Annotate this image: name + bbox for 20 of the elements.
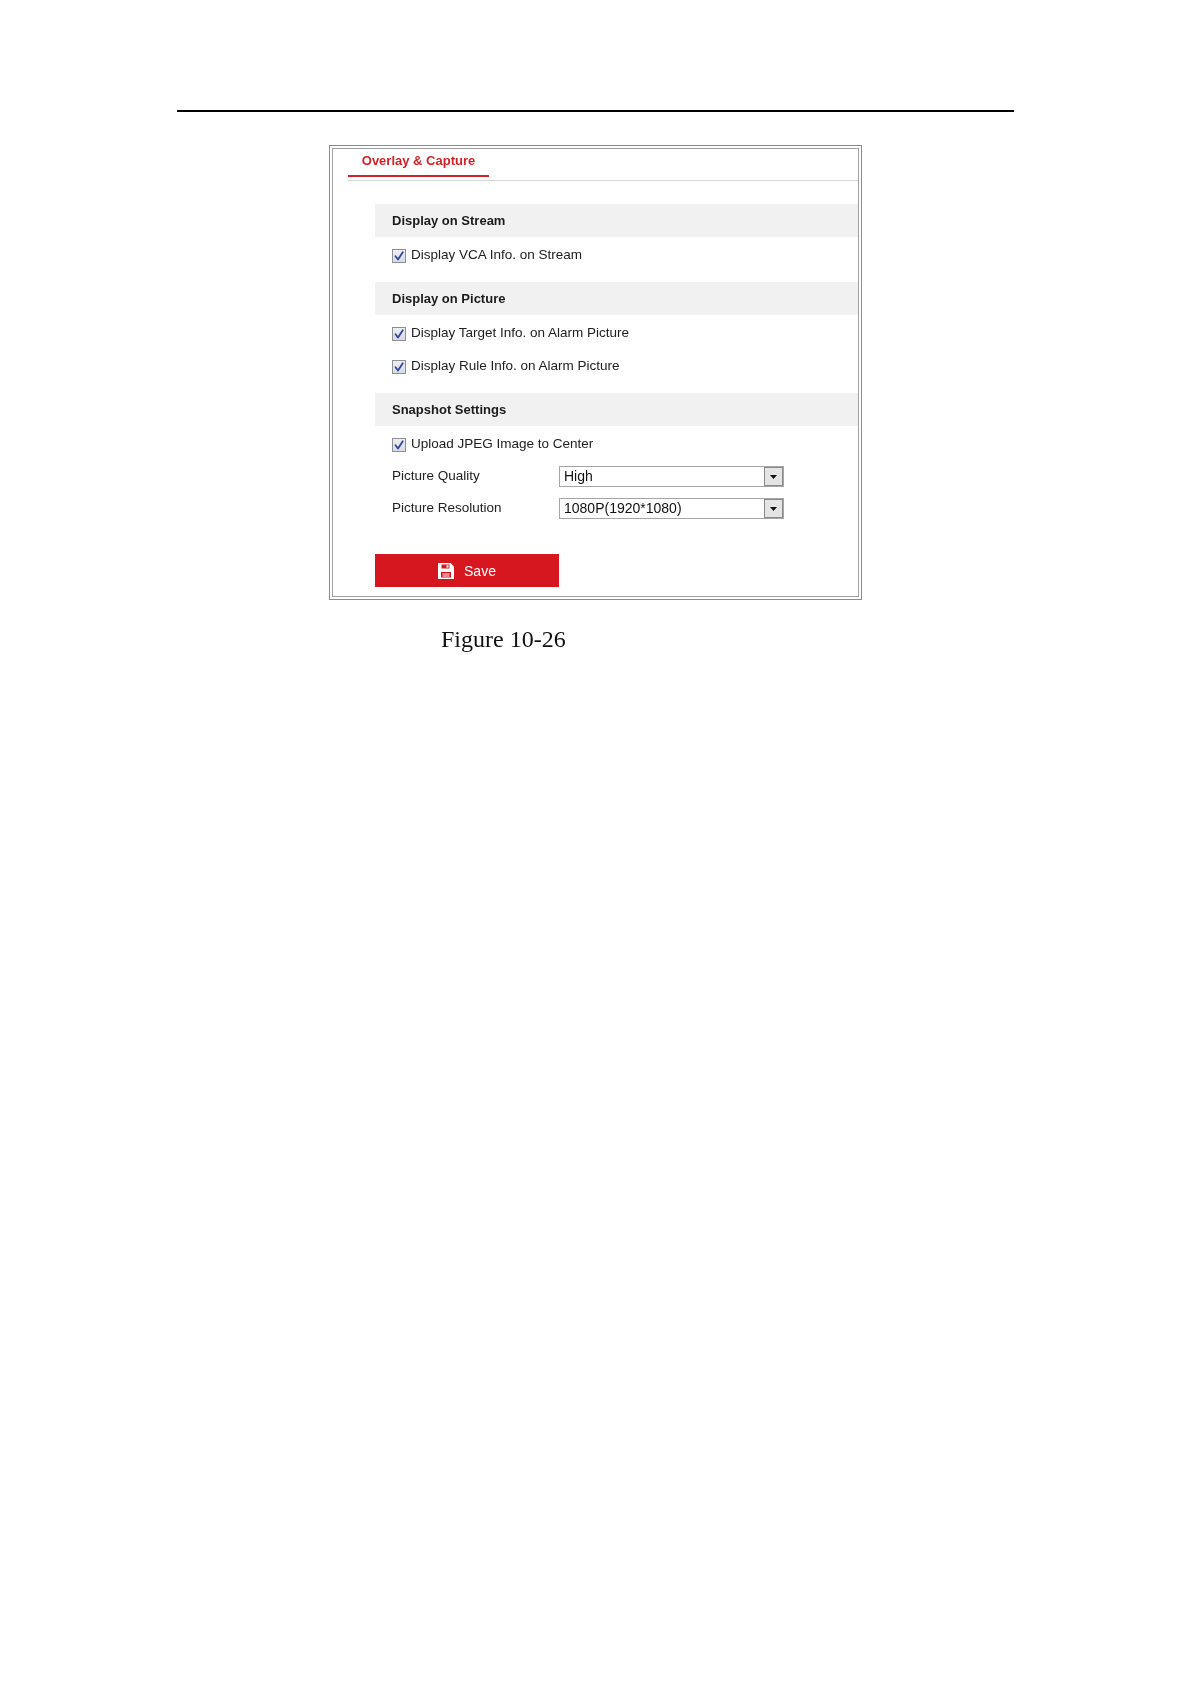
checkbox[interactable]: [392, 326, 406, 341]
checkbox-label: Display Target Info. on Alarm Picture: [411, 324, 630, 341]
section-header: Snapshot Settings: [375, 393, 858, 426]
save-button[interactable]: Save: [375, 554, 559, 587]
figure-caption: Figure 10-26: [441, 625, 566, 653]
dropdown[interactable]: High: [559, 465, 784, 487]
checkbox[interactable]: [392, 359, 406, 374]
section-header: Display on Stream: [375, 204, 858, 237]
field-label: Picture Quality: [392, 468, 481, 484]
section-header: Display on Picture: [375, 282, 858, 315]
tab[interactable]: Overlay & Capture: [348, 149, 489, 177]
caret-down-icon[interactable]: [764, 466, 783, 486]
field-label: Picture Resolution: [392, 500, 503, 516]
dropdown[interactable]: 1080P(1920*1080): [559, 497, 784, 519]
checkbox-label: Display VCA Info. on Stream: [411, 246, 583, 263]
caret-down-icon[interactable]: [764, 498, 783, 518]
checkbox-label: Display Rule Info. on Alarm Picture: [411, 357, 620, 374]
checkbox-label: Upload JPEG Image to Center: [411, 435, 594, 452]
checkbox[interactable]: [392, 437, 406, 452]
checkbox[interactable]: [392, 248, 406, 263]
